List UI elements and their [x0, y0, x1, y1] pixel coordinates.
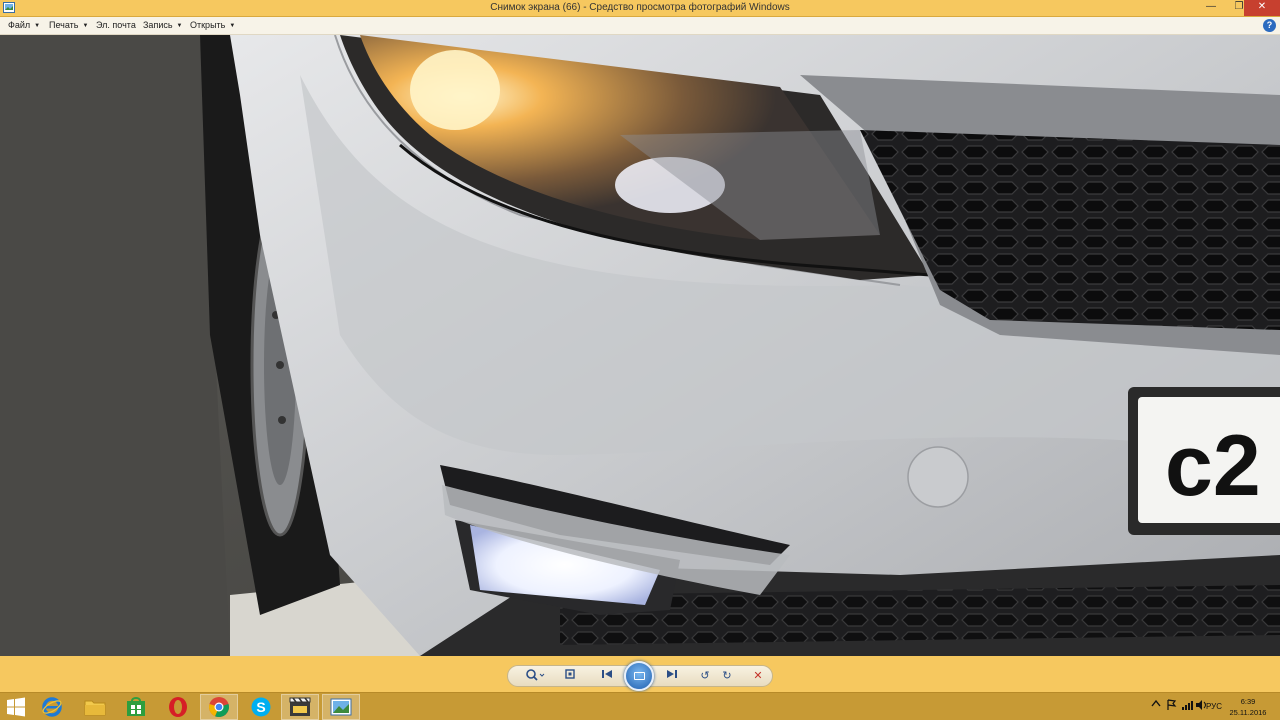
minimize-button[interactable]: —	[1198, 0, 1224, 16]
actual-size-button[interactable]	[561, 668, 579, 684]
menu-file-label: Файл	[8, 20, 31, 30]
photo-viewer-taskbar-button[interactable]	[322, 694, 360, 720]
rotate-cw-button[interactable]: ↻	[718, 668, 736, 684]
svg-text:S: S	[256, 699, 265, 715]
magnifier-icon	[526, 669, 545, 681]
store-icon	[127, 697, 145, 716]
previous-button[interactable]	[598, 668, 616, 684]
show-hidden-icons-button[interactable]	[1151, 699, 1161, 709]
chevron-down-icon: ▼	[34, 23, 41, 29]
title-bar: Снимок экрана (66) - Средство просмотра …	[0, 0, 1280, 17]
menu-file[interactable]: Файл ▼	[8, 20, 40, 30]
car-photo: c2	[0, 35, 1280, 656]
menu-open-label: Открыть	[190, 20, 226, 30]
movie-maker-taskbar-button[interactable]	[281, 694, 319, 720]
slideshow-button[interactable]	[624, 661, 654, 691]
photo-viewer-icon	[330, 698, 352, 716]
opera-taskbar-button[interactable]	[159, 694, 197, 720]
menu-print[interactable]: Печать ▼	[49, 20, 88, 30]
help-icon[interactable]: ?	[1263, 19, 1276, 32]
chrome-taskbar-button[interactable]	[200, 694, 238, 720]
action-center-flag-icon	[1167, 699, 1177, 710]
chrome-icon	[209, 697, 229, 718]
skype-icon: S	[251, 697, 271, 717]
file-explorer-taskbar-button[interactable]	[76, 694, 114, 720]
clock-time: 6:39	[1240, 697, 1256, 706]
delete-button[interactable]: ✕	[749, 668, 767, 684]
menu-print-label: Печать	[49, 20, 79, 30]
window-title: Снимок экрана (66) - Средство просмотра …	[490, 2, 790, 13]
internet-explorer-icon	[42, 697, 62, 717]
menu-email-label: Эл. почта	[96, 20, 136, 30]
opera-icon	[169, 697, 187, 717]
viewer-toolbar: ↺ ↻ ✕	[0, 656, 1280, 692]
network-icon	[1182, 701, 1193, 710]
menu-bar: Файл ▼ Печать ▼ Эл. почта Запись ▼ Открыть ▼…	[0, 17, 1280, 35]
chevron-down-icon: ▼	[82, 23, 89, 29]
next-icon	[667, 670, 677, 678]
menu-burn-label: Запись	[143, 20, 173, 30]
chevron-down-icon: ▼	[176, 23, 183, 29]
internet-explorer-taskbar-button[interactable]	[33, 694, 71, 720]
license-plate-text: c2	[1165, 418, 1261, 514]
previous-icon	[602, 670, 612, 678]
next-button[interactable]	[663, 668, 681, 684]
menu-open[interactable]: Открыть ▼	[190, 20, 235, 30]
photo-viewport: c2	[0, 35, 1280, 656]
menu-email[interactable]: Эл. почта	[96, 20, 136, 30]
clock[interactable]: 6:39 25.11.2016	[1226, 696, 1270, 718]
flag-tray-button[interactable]	[1166, 699, 1177, 713]
taskbar: S РУС 6:39 25.11.2016	[0, 692, 1280, 720]
store-taskbar-button[interactable]	[117, 694, 155, 720]
language-indicator[interactable]: РУС	[1206, 702, 1222, 711]
skype-taskbar-button[interactable]: S	[242, 694, 280, 720]
chevron-up-icon	[1151, 699, 1161, 707]
zoom-button[interactable]	[524, 668, 546, 684]
close-button[interactable]: ✕	[1244, 0, 1280, 16]
network-tray-button[interactable]	[1181, 699, 1194, 713]
chevron-down-icon: ▼	[229, 23, 236, 29]
menu-burn[interactable]: Запись ▼	[143, 20, 182, 30]
rotate-ccw-button[interactable]: ↺	[696, 668, 714, 684]
movie-maker-icon	[289, 697, 311, 716]
clock-date: 25.11.2016	[1229, 708, 1267, 717]
fit-window-icon	[565, 669, 575, 679]
folder-icon	[84, 700, 106, 716]
slideshow-icon	[634, 672, 645, 680]
windows-start-icon[interactable]	[6, 697, 26, 717]
